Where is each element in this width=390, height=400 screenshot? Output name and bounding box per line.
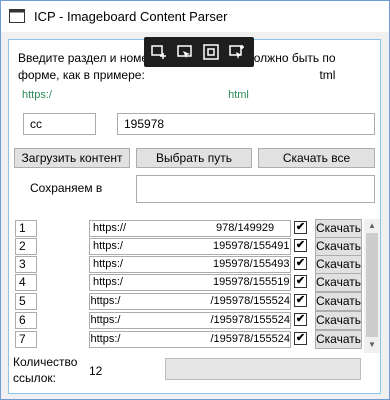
link-count-label-2: ссылок: (13, 371, 57, 385)
window-title: ICP - Imageboard Content Parser (34, 9, 228, 24)
download-progress-bar (165, 358, 361, 380)
link-count-value: 12 (89, 364, 103, 378)
row-url-end: 195978/155491 (212, 240, 290, 252)
scroll-down-icon[interactable]: ▼ (368, 340, 376, 349)
instructions-line1-b: должно быть по (246, 51, 336, 65)
row-url-start: https:/ (90, 295, 121, 307)
add-window-icon[interactable] (150, 43, 168, 61)
row-url[interactable]: https:/ /195978/155524 (89, 312, 291, 329)
download-all-button[interactable]: Скачать все (258, 148, 375, 168)
row-url-start: https:/ (90, 314, 121, 326)
row-number[interactable]: 4 (15, 274, 37, 291)
row-url-end: /195978/155524 (210, 333, 290, 345)
row-number[interactable]: 1 (15, 220, 37, 237)
links-scrollbar[interactable]: ▲ ▼ (364, 219, 380, 353)
board-input[interactable]: cc (23, 113, 96, 135)
row-number[interactable]: 6 (15, 312, 37, 329)
row-download-button[interactable]: Скачать (315, 255, 362, 274)
row-download-button[interactable]: Скачать (315, 311, 362, 330)
row-number[interactable]: 2 (15, 238, 37, 255)
app-icon (9, 9, 25, 23)
cursor-window-icon[interactable] (176, 43, 194, 61)
row-download-button[interactable]: Скачать (315, 273, 362, 292)
scroll-thumb[interactable] (366, 233, 378, 337)
row-url-start: https:/ (93, 276, 123, 288)
instructions-line2-a: форме, как в примере: (18, 68, 145, 82)
row-checkbox[interactable]: ✔ (294, 313, 307, 326)
row-number[interactable]: 3 (15, 256, 37, 273)
row-url[interactable]: https:/ 195978/155491 (89, 238, 291, 255)
save-path-input[interactable] (136, 175, 375, 203)
example-link-end: html (228, 89, 249, 101)
row-download-button[interactable]: Скачать (315, 292, 362, 311)
thread-input[interactable]: 195978 (117, 113, 375, 135)
row-url[interactable]: https:/ 195978/155519 (89, 274, 291, 291)
load-content-button[interactable]: Загрузить контент (14, 148, 130, 168)
row-url-end: /195978/155524 (210, 295, 290, 307)
row-url-start: https:/ (90, 333, 121, 345)
instructions-line1-a: Введите раздел и номе (18, 51, 149, 65)
instructions-line2-b: tml (319, 68, 336, 82)
save-label: Сохраняем в (30, 181, 103, 195)
title-bar[interactable]: ICP - Imageboard Content Parser (1, 1, 389, 32)
row-download-button[interactable]: Скачать (315, 237, 362, 256)
row-url-start: https:/ (93, 258, 123, 270)
row-checkbox[interactable]: ✔ (294, 257, 307, 270)
link-count-label-1: Количество (13, 355, 78, 369)
row-url-end: 195978/155519 (212, 276, 290, 288)
row-checkbox[interactable]: ✔ (294, 239, 307, 252)
cursor-capture-icon[interactable] (228, 43, 246, 61)
row-checkbox[interactable]: ✔ (294, 275, 307, 288)
row-checkbox[interactable]: ✔ (294, 294, 307, 307)
fullscreen-icon[interactable] (202, 43, 220, 61)
row-number[interactable]: 7 (15, 331, 37, 348)
example-link-start: https:/ (22, 89, 52, 101)
app-window: ICP - Imageboard Content Parser Введите … (0, 0, 390, 400)
row-url[interactable]: https:/ 195978/155493 (89, 256, 291, 273)
row-url-start: https:// (93, 222, 127, 234)
row-url[interactable]: https:// 978/149929 (89, 220, 291, 237)
row-url[interactable]: https:/ /195978/155524 (89, 293, 291, 310)
row-url[interactable]: https:/ /195978/155524 (89, 331, 291, 348)
row-download-button[interactable]: Скачать (315, 219, 362, 238)
row-url-end: 195978/155493 (212, 258, 290, 270)
example-link: https:/ html (22, 89, 249, 101)
row-number[interactable]: 5 (15, 293, 37, 310)
choose-path-button[interactable]: Выбрать путь (136, 148, 252, 168)
row-url-end: 978/149929 (216, 222, 275, 234)
scroll-up-icon[interactable]: ▲ (368, 221, 376, 230)
row-checkbox[interactable]: ✔ (294, 332, 307, 345)
row-download-button[interactable]: Скачать (315, 330, 362, 349)
capture-toolbar (144, 37, 254, 67)
row-url-end: /195978/155524 (210, 314, 290, 326)
row-checkbox[interactable]: ✔ (294, 221, 307, 234)
row-url-start: https:/ (93, 240, 123, 252)
